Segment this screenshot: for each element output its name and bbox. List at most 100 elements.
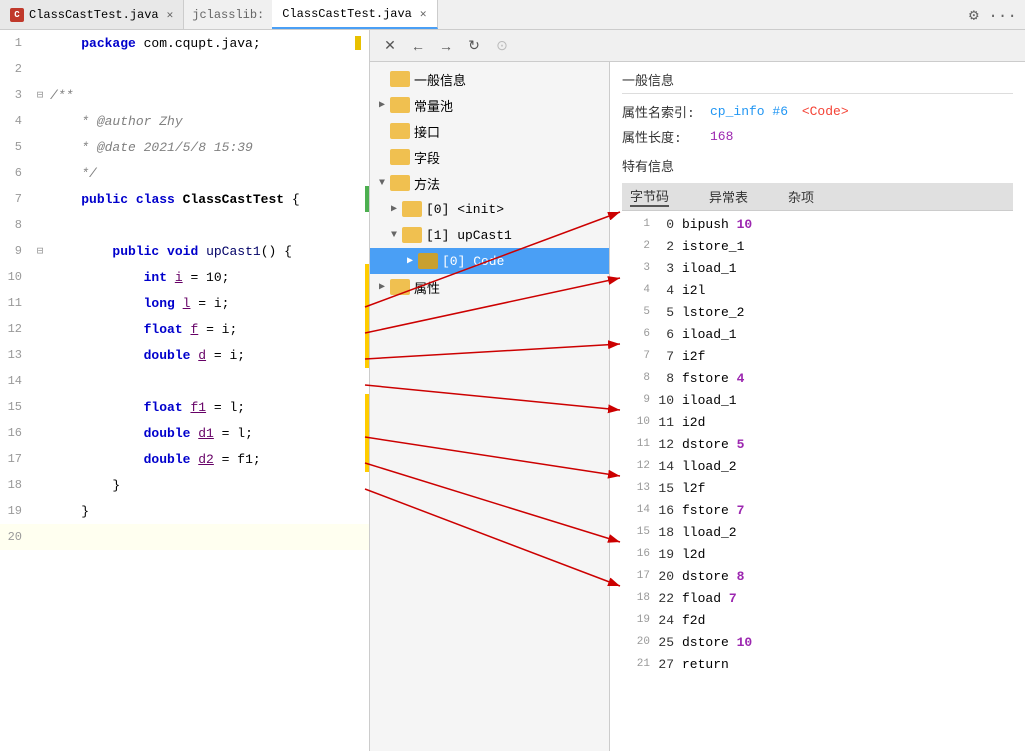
bc-linenum-13: 14 — [626, 504, 654, 516]
bc-offset-8: 10 — [654, 393, 682, 408]
line-num-19: 19 — [0, 504, 30, 518]
bc-offset-18: 24 — [654, 613, 682, 628]
bc-instr-10: dstore 5 — [682, 437, 1009, 452]
tree-folder-upcast1 — [402, 227, 422, 243]
tab-left-close[interactable]: ✕ — [167, 8, 174, 22]
tree-item-upcast1[interactable]: ▼ [1] upCast1 — [370, 222, 609, 248]
toolbar-back-btn[interactable]: ← — [406, 34, 430, 58]
tree-arrow-code: ▶ — [402, 253, 418, 269]
tree-label-interface: 接口 — [414, 122, 440, 141]
bc-row-17: 18 22 fload 7 — [622, 587, 1013, 609]
bc-linenum-2: 3 — [626, 262, 654, 274]
line-num-5: 5 — [0, 140, 30, 154]
tree-label-methods: 方法 — [414, 174, 440, 193]
bc-instr-14: lload_2 — [682, 525, 1009, 540]
toolbar-forward-btn[interactable]: → — [434, 34, 458, 58]
tree-arrow-methods: ▼ — [374, 175, 390, 191]
code-line-5: 5 * @date 2021/5/8 15:39 — [0, 134, 369, 160]
tree-label-code: [0] Code — [442, 254, 504, 269]
tree-folder-attrs — [390, 279, 410, 295]
tree-folder-interface — [390, 123, 410, 139]
code-line-10: 10 int i = 10; — [0, 264, 369, 290]
tab-right-close[interactable]: ✕ — [420, 7, 427, 21]
toolbar-refresh-btn[interactable]: ↻ — [462, 34, 486, 58]
code-line-12: 12 float f = i; — [0, 316, 369, 342]
line-num-6: 6 — [0, 166, 30, 180]
bc-row-1: 2 2 istore_1 — [622, 235, 1013, 257]
line-num-8: 8 — [0, 218, 30, 232]
bc-offset-1: 2 — [654, 239, 682, 254]
code-lines: 1 package com.cqupt.java; 2 3 ⊟ /** 4 — [0, 30, 369, 550]
tree-folder-fields — [390, 149, 410, 165]
tree-arrow-constpool: ▶ — [374, 97, 390, 113]
info-value-code: <Code> — [802, 104, 849, 119]
tree-folder-general — [390, 71, 410, 87]
bc-row-13: 14 16 fstore 7 — [622, 499, 1013, 521]
tree-item-init[interactable]: ▶ [0] <init> — [370, 196, 609, 222]
tab-right[interactable]: ClassCastTest.java ✕ — [272, 0, 437, 29]
jclass-toolbar: ✕ ← → ↻ ⊙ — [370, 30, 1025, 62]
toolbar-browser-btn[interactable]: ⊙ — [490, 34, 514, 58]
bc-linenum-20: 21 — [626, 658, 654, 670]
bytecode-tab-misc[interactable]: 杂项 — [788, 187, 814, 206]
change-mark-11 — [365, 290, 369, 316]
line-num-7: 7 — [0, 192, 30, 206]
code-line-1: 1 package com.cqupt.java; — [0, 30, 369, 56]
bc-offset-10: 12 — [654, 437, 682, 452]
bc-row-2: 3 3 iload_1 — [622, 257, 1013, 279]
tree-item-interface[interactable]: 接口 — [370, 118, 609, 144]
bc-offset-14: 18 — [654, 525, 682, 540]
code-text-19: } — [50, 504, 361, 519]
bc-row-11: 12 14 lload_2 — [622, 455, 1013, 477]
tree-label-constpool: 常量池 — [414, 96, 453, 115]
info-link-cpinfo[interactable]: cp_info #6 — [710, 104, 788, 119]
tree-item-fields[interactable]: 字段 — [370, 144, 609, 170]
bc-offset-11: 14 — [654, 459, 682, 474]
tab-right-label: ClassCastTest.java — [282, 7, 412, 21]
tree-item-code[interactable]: ▶ [0] Code — [370, 248, 609, 274]
tab-bar: C ClassCastTest.java ✕ jclasslib: ClassC… — [0, 0, 1025, 30]
tree-arrow-interface — [374, 123, 390, 139]
bytecode-tab-exceptions[interactable]: 异常表 — [709, 187, 748, 206]
tree-item-constpool[interactable]: ▶ 常量池 — [370, 92, 609, 118]
change-mark-10 — [365, 264, 369, 290]
code-line-4: 4 * @author Zhy — [0, 108, 369, 134]
main-wrapper: 1 package com.cqupt.java; 2 3 ⊟ /** 4 — [0, 30, 1025, 751]
bytecode-list: 1 0 bipush 10 2 2 istore_1 3 3 iload_1 — [622, 213, 1013, 675]
tab-left[interactable]: C ClassCastTest.java ✕ — [0, 0, 184, 29]
change-mark-15 — [365, 394, 369, 420]
bc-linenum-14: 15 — [626, 526, 654, 538]
tree-arrow-attrs: ▶ — [374, 279, 390, 295]
bc-instr-16: dstore 8 — [682, 569, 1009, 584]
info-section2-title: 特有信息 — [622, 156, 1013, 175]
bc-instr-18: f2d — [682, 613, 1009, 628]
tree-item-attrs[interactable]: ▶ 属性 — [370, 274, 609, 300]
bc-instr-12: l2f — [682, 481, 1009, 496]
code-line-7: 7 public class ClassCastTest { — [0, 186, 369, 212]
bc-row-16: 17 20 dstore 8 — [622, 565, 1013, 587]
code-text-5: * @date 2021/5/8 15:39 — [50, 140, 361, 155]
bc-offset-9: 11 — [654, 415, 682, 430]
change-mark-16 — [365, 420, 369, 446]
line-num-9: 9 — [0, 244, 30, 258]
window-controls: ⚙ ··· — [969, 5, 1017, 25]
right-panel: ✕ ← → ↻ ⊙ 一般信息 ▶ 常量池 — [370, 30, 1025, 751]
bytecode-tab-bytecode[interactable]: 字节码 — [630, 186, 669, 207]
code-line-3: 3 ⊟ /** — [0, 82, 369, 108]
toolbar-close-btn[interactable]: ✕ — [378, 34, 402, 58]
bc-linenum-3: 4 — [626, 284, 654, 296]
tree-item-general[interactable]: 一般信息 — [370, 66, 609, 92]
code-text-4: * @author Zhy — [50, 114, 361, 129]
code-text-17: double d2 = f1; — [50, 452, 361, 467]
bc-linenum-18: 19 — [626, 614, 654, 626]
code-line-18: 18 } — [0, 472, 369, 498]
gutter-9: ⊟ — [30, 244, 50, 258]
bc-row-8: 9 10 iload_1 — [622, 389, 1013, 411]
bc-instr-17: fload 7 — [682, 591, 1009, 606]
code-text-12: float f = i; — [50, 322, 361, 337]
line-num-2: 2 — [0, 62, 30, 76]
info-section1-title: 一般信息 — [622, 70, 1013, 94]
code-line-14: 14 — [0, 368, 369, 394]
tree-item-methods[interactable]: ▼ 方法 — [370, 170, 609, 196]
tab-left-icon: C — [10, 8, 24, 22]
